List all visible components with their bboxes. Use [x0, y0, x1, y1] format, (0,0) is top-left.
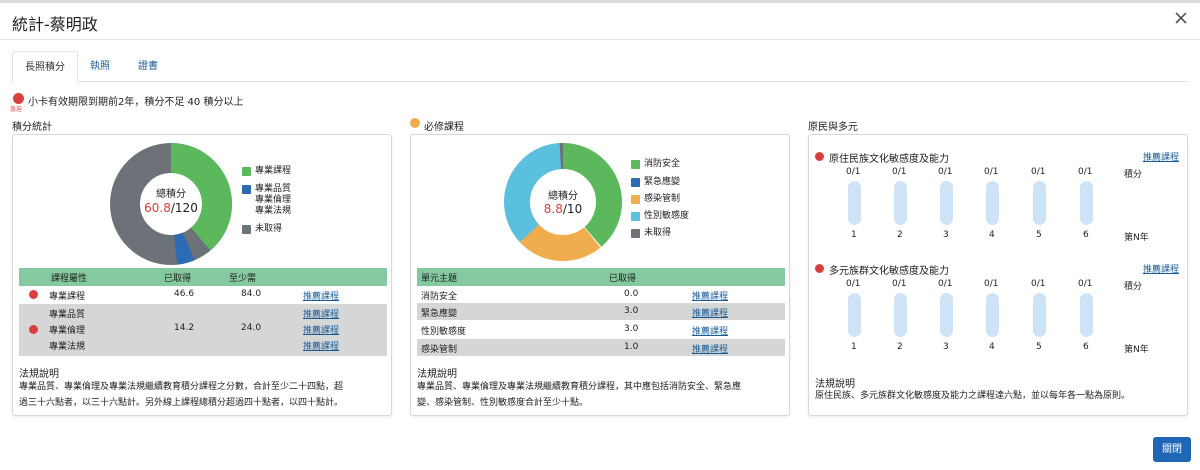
year-score: 0/1	[892, 167, 907, 177]
year-progress-bar	[848, 293, 861, 337]
donut-center-value: 60.8/120	[131, 201, 211, 215]
close-icon[interactable]	[1172, 9, 1190, 27]
year-score: 0/1	[846, 279, 861, 289]
law-text: 專業品質、專業倫理及專業法規繼續教育積分課程之分數，合計至少二十四點，超 過三十…	[19, 382, 344, 408]
year-progress-bar	[940, 181, 953, 225]
legend-swatch-gray	[242, 225, 251, 234]
year-number: 3	[943, 230, 949, 240]
year-score: 0/1	[892, 279, 907, 289]
urgent-dot-icon	[13, 93, 24, 104]
year-number: 2	[897, 230, 903, 240]
year-score: 0/1	[1078, 167, 1093, 177]
orange-dot-icon	[410, 118, 420, 128]
total-credit-max: /120	[170, 201, 198, 215]
donut-center-value: 8.8/10	[523, 202, 603, 216]
tab-ltc-credits[interactable]: 長照積分	[12, 51, 78, 83]
year-score: 0/1	[938, 167, 953, 177]
legend-swatch-blue	[242, 185, 251, 194]
year-progress-bar	[940, 293, 953, 337]
recommend-course-link[interactable]: 推薦課程	[303, 289, 339, 302]
year-progress-bar	[1080, 181, 1093, 225]
year-axis-label: 第N年	[1124, 233, 1149, 243]
recommend-course-link[interactable]: 推薦課程	[692, 289, 728, 302]
year-progress-bar	[1033, 293, 1046, 337]
indigenous-group-title: 原住民族文化敏感度及能力	[829, 154, 949, 165]
modal-header: 統計-蔡明政	[0, 3, 1200, 40]
recommend-course-link[interactable]: 推薦課程	[303, 339, 339, 352]
year-number: 1	[851, 342, 857, 352]
year-score: 0/1	[1078, 279, 1093, 289]
year-score: 0/1	[984, 167, 999, 177]
donut-center-label: 總積分	[548, 191, 578, 202]
law-title: 法規說明	[417, 369, 457, 380]
year-number: 3	[943, 342, 949, 352]
year-number: 6	[1083, 342, 1089, 352]
score-axis-label: 積分	[1124, 282, 1143, 292]
red-dot-icon	[29, 325, 38, 334]
legend-swatch-green	[242, 167, 251, 176]
close-button[interactable]: 關閉	[1153, 437, 1191, 462]
table-row: 性別敏感度 3.0 推薦課程	[421, 324, 729, 337]
modal-title: 統計-蔡明政	[12, 15, 98, 34]
law-text: 專業品質、專業倫理及專業法規繼續教育積分課程，其中應包括消防安全、緊急應 變、感…	[417, 382, 742, 408]
year-score: 0/1	[984, 279, 999, 289]
year-progress-bar	[986, 293, 999, 337]
year-number: 2	[897, 342, 903, 352]
recommend-course-link[interactable]: 推薦課程	[692, 342, 728, 355]
year-progress-bar	[848, 181, 861, 225]
recommend-course-link[interactable]: 推薦課程	[303, 323, 339, 336]
red-dot-icon	[29, 290, 38, 299]
required-credit-max: /10	[562, 202, 583, 216]
law-title: 法規說明	[19, 369, 59, 380]
total-credit-earned: 60.8	[144, 201, 171, 215]
year-progress-bar	[894, 293, 907, 337]
recommend-course-link[interactable]: 推薦課程	[1143, 150, 1179, 163]
year-score: 0/1	[1031, 279, 1046, 289]
year-axis-label: 第N年	[1124, 345, 1149, 355]
recommend-course-link[interactable]: 推薦課程	[692, 306, 728, 319]
table-row: 專業課程 46.6 84.0 推薦課程	[19, 286, 387, 303]
urgent-badge: 急迫	[10, 106, 23, 113]
year-progress-bar	[894, 181, 907, 225]
year-progress-bar	[1080, 293, 1093, 337]
year-progress-bar	[986, 181, 999, 225]
year-number: 6	[1083, 230, 1089, 240]
donut-center-label: 總積分	[156, 189, 186, 200]
year-number: 4	[989, 342, 995, 352]
multicultural-group-title: 多元族群文化敏感度及能力	[829, 266, 949, 277]
recommend-course-link[interactable]: 推薦課程	[692, 324, 728, 337]
indigenous-title: 原民與多元	[808, 122, 858, 133]
table-row: 感染管制 1.0 推薦課程	[417, 339, 785, 356]
table-row: 專業品質 專業倫理 專業法規 14.2 24.0 推薦課程 推薦課程 推薦課程	[19, 304, 387, 356]
table-row: 消防安全 0.0 推薦課程	[421, 289, 729, 302]
law-text: 原住民族、多元族群文化敏感度及能力之課程達六點，並以每年各一點為原則。	[815, 391, 1131, 401]
required-credit-earned: 8.8	[543, 202, 563, 216]
table-row: 緊急應變 3.0 推薦課程	[417, 303, 785, 320]
year-number: 5	[1036, 230, 1042, 240]
tab-bar: 長照積分 執照 證書	[12, 51, 1188, 83]
tab-certificate[interactable]: 證書	[126, 51, 170, 82]
required-course-panel: 總積分 8.8/10 消防安全 緊急應變 感染管制 性別敏感度 未取得 單元主題…	[410, 134, 790, 416]
year-progress-bar	[1033, 181, 1046, 225]
year-score: 0/1	[938, 279, 953, 289]
year-score: 0/1	[846, 167, 861, 177]
red-dot-icon	[815, 264, 824, 273]
required-table-header: 單元主題 已取得	[417, 268, 785, 286]
required-course-label: 必修課程	[424, 122, 464, 133]
year-number: 4	[989, 230, 995, 240]
indigenous-panel: 原住民族文化敏感度及能力 推薦課程 0/1 1 0/1 2 0/1 3 0/1 4 0/1 5 0/…	[808, 134, 1188, 416]
score-axis-label: 積分	[1124, 170, 1143, 180]
notice-text: 小卡有效期限到期前2年，積分不足 40 積分以上	[28, 97, 244, 108]
credit-stats-title: 積分統計	[12, 122, 52, 133]
recommend-course-link[interactable]: 推薦課程	[303, 307, 339, 320]
credit-stats-panel: 總積分 60.8/120 專業課程 專業品質 專業倫理 專業法規 未取得 課程屬…	[12, 134, 392, 416]
year-number: 1	[851, 230, 857, 240]
red-dot-icon	[815, 152, 824, 161]
year-score: 0/1	[1031, 167, 1046, 177]
tab-license[interactable]: 執照	[78, 51, 122, 82]
year-number: 5	[1036, 342, 1042, 352]
recommend-course-link[interactable]: 推薦課程	[1143, 262, 1179, 275]
credit-table-header: 課程屬性 已取得 至少需	[19, 268, 387, 286]
